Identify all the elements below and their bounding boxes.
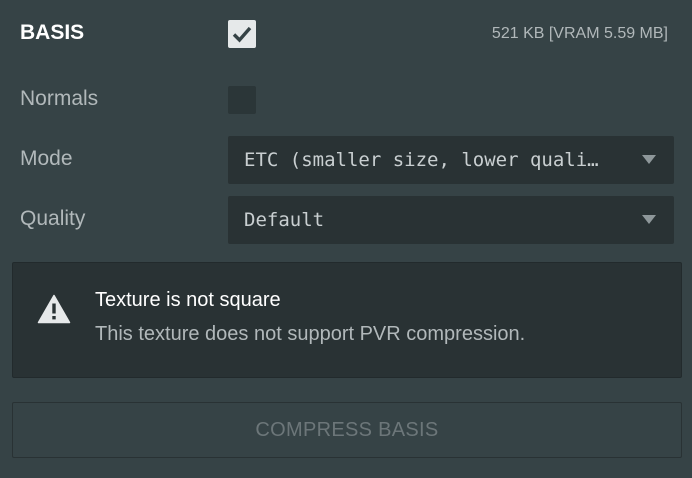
basis-row: BASIS 521 KB [VRAM 5.59 MB] — [0, 20, 692, 48]
basis-checkbox[interactable] — [228, 20, 256, 48]
quality-select-value: Default — [244, 209, 325, 231]
compress-basis-button[interactable]: COMPRESS BASIS — [12, 402, 682, 458]
chevron-down-icon — [642, 155, 656, 164]
texture-warning-alert: Texture is not square This texture does … — [12, 262, 682, 378]
mode-select[interactable]: ETC (smaller size, lower quali… — [228, 136, 674, 184]
quality-select[interactable]: Default — [228, 196, 674, 244]
alert-message: This texture does not support PVR compre… — [95, 323, 526, 345]
normals-row: Normals — [0, 86, 692, 114]
quality-label: Quality — [20, 207, 86, 230]
mode-select-value: ETC (smaller size, lower quali… — [244, 149, 599, 171]
mode-row: Mode ETC (smaller size, lower quali… — [0, 136, 692, 184]
mode-label: Mode — [20, 147, 73, 170]
checkmark-icon — [232, 26, 252, 43]
alert-title: Texture is not square — [95, 289, 281, 311]
normals-checkbox[interactable] — [228, 86, 256, 114]
warning-icon — [37, 294, 71, 324]
size-info: 521 KB [VRAM 5.59 MB] — [491, 25, 668, 42]
panel-title: BASIS — [20, 21, 85, 44]
chevron-down-icon — [642, 215, 656, 224]
normals-label: Normals — [20, 87, 99, 110]
quality-row: Quality Default — [0, 196, 692, 244]
